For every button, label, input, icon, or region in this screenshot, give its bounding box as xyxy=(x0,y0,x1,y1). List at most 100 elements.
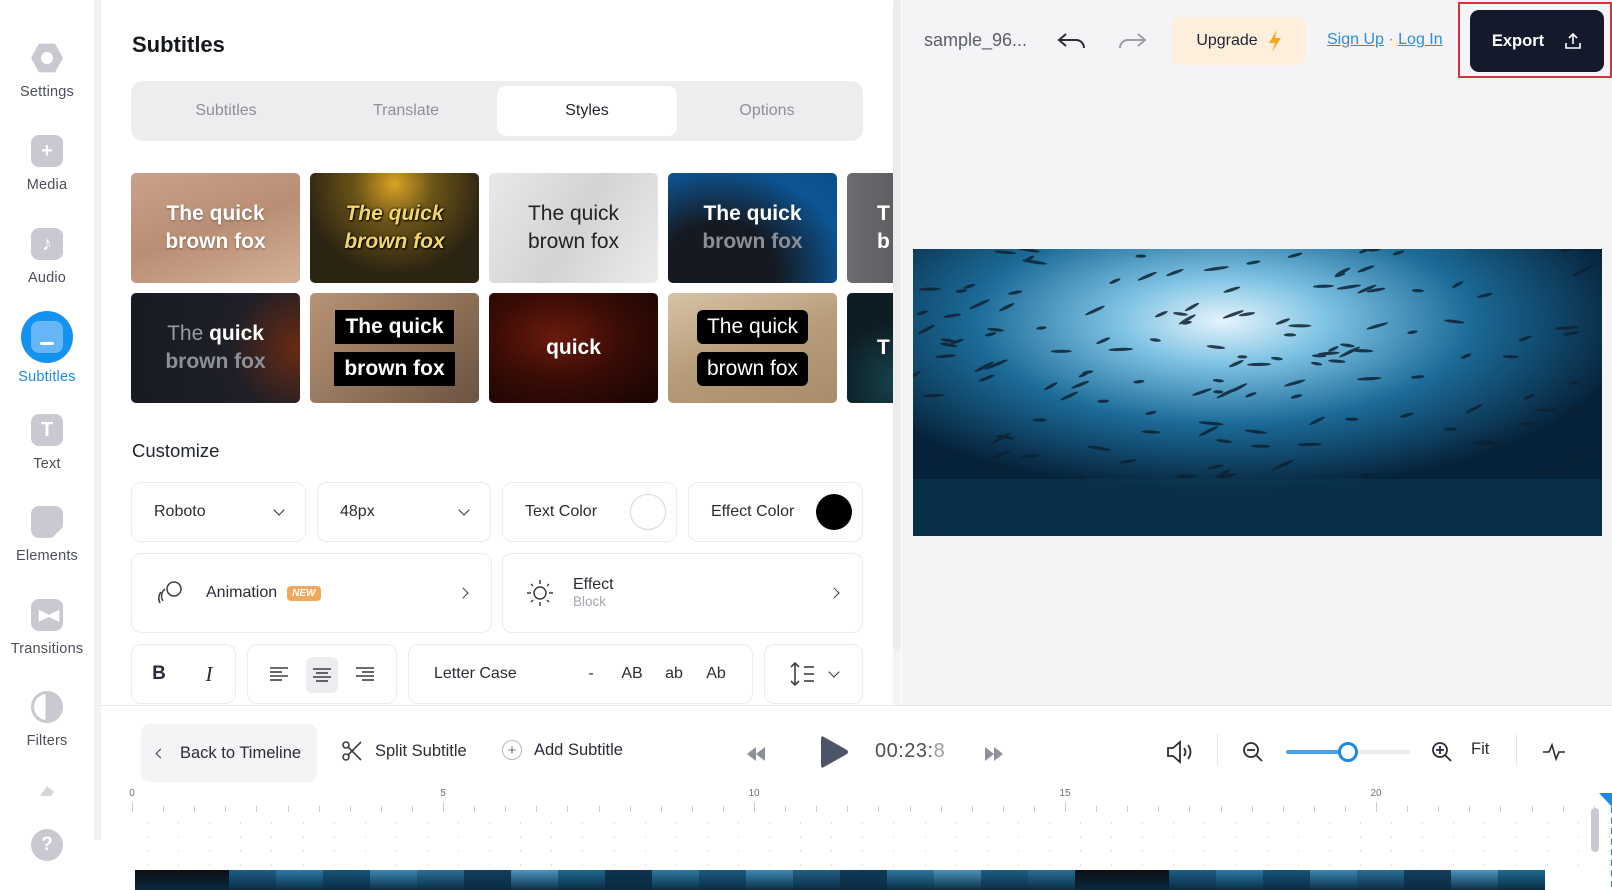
filmstrip-frame xyxy=(135,870,182,890)
rewind-icon[interactable] xyxy=(747,747,765,761)
volume-icon[interactable] xyxy=(1166,739,1196,765)
preset-line: brown fox xyxy=(527,230,620,253)
animation-button[interactable]: Animation NEW xyxy=(131,553,492,633)
nav-item-elements[interactable]: Elements xyxy=(0,506,94,564)
case-lower-button[interactable]: ab xyxy=(659,645,689,703)
grid-dot xyxy=(1173,836,1175,838)
effect-button[interactable]: Effect Block xyxy=(502,553,863,633)
video-track[interactable] xyxy=(135,870,1545,890)
preset-line: The quick xyxy=(527,202,620,225)
grid-dot xyxy=(706,822,708,824)
align-center-button[interactable] xyxy=(306,657,338,693)
tab-options[interactable]: Options xyxy=(677,86,857,136)
effect-color-picker[interactable]: Effect Color xyxy=(688,482,863,542)
project-filename[interactable]: sample_96... xyxy=(924,30,1027,51)
playhead-handle[interactable] xyxy=(1599,793,1612,807)
zoom-in-icon[interactable] xyxy=(1431,741,1453,763)
grid-dot xyxy=(1328,864,1330,866)
redo-icon[interactable] xyxy=(1116,26,1148,54)
case-none-button[interactable]: - xyxy=(581,645,601,703)
filmstrip-frame xyxy=(323,870,370,890)
case-title-button[interactable]: Ab xyxy=(701,645,731,703)
grid-dot xyxy=(769,836,770,838)
style-preset[interactable]: The quick brown fox xyxy=(668,173,837,283)
split-subtitle-button[interactable]: Split Subtitle xyxy=(341,740,467,762)
align-left-button[interactable] xyxy=(262,645,296,703)
fit-button[interactable]: Fit xyxy=(1471,740,1489,759)
grid-dot xyxy=(333,850,335,852)
style-preset[interactable]: The quick brown fox xyxy=(131,173,300,283)
style-preset[interactable]: The quick brown fox xyxy=(310,293,479,403)
tab-translate[interactable]: Translate xyxy=(316,86,496,136)
effect-color-swatch[interactable] xyxy=(816,494,852,530)
font-select[interactable]: Roboto xyxy=(131,482,306,542)
preset-line: brown fox xyxy=(165,230,266,253)
tick-mark xyxy=(1220,806,1222,812)
waveform-icon[interactable] xyxy=(1543,742,1565,762)
tab-subtitles[interactable]: Subtitles xyxy=(136,86,316,136)
grid-dot xyxy=(1359,864,1361,866)
style-preset[interactable]: The quick brown fox xyxy=(489,173,658,283)
grid-dot xyxy=(1484,836,1486,838)
sign-up-link[interactable]: Sign Up xyxy=(1327,31,1384,48)
upgrade-label: Upgrade xyxy=(1196,32,1258,49)
play-icon[interactable] xyxy=(821,735,849,769)
text-color-picker[interactable]: Text Color xyxy=(502,482,677,542)
help-icon[interactable]: ? xyxy=(31,829,63,861)
style-preset[interactable]: T xyxy=(847,293,893,403)
text-color-swatch[interactable] xyxy=(630,494,666,530)
panel-scrollbar[interactable] xyxy=(893,0,901,705)
add-subtitle-button[interactable]: + Add Subtitle xyxy=(502,740,623,760)
grid-dot xyxy=(271,822,273,824)
grid-dot xyxy=(706,836,708,838)
zoom-slider-handle[interactable] xyxy=(1338,742,1358,762)
zoom-slider[interactable] xyxy=(1286,742,1410,762)
grid-dot xyxy=(1048,850,1050,852)
nav-item-settings[interactable]: Settings xyxy=(0,42,94,100)
undo-icon[interactable] xyxy=(1056,26,1088,54)
grid-dot xyxy=(302,864,304,866)
tab-styles[interactable]: Styles xyxy=(497,86,677,136)
grid-dot xyxy=(551,836,553,838)
zoom-out-icon[interactable] xyxy=(1242,741,1264,763)
bold-button[interactable]: B xyxy=(144,645,174,703)
collapse-icon[interactable] xyxy=(40,786,54,796)
case-upper-button[interactable]: AB xyxy=(617,645,647,703)
log-in-link[interactable]: Log In xyxy=(1398,31,1442,48)
upgrade-button[interactable]: Upgrade xyxy=(1172,17,1306,65)
video-frame xyxy=(913,249,1602,536)
grid-dot xyxy=(333,822,335,824)
tick-mark xyxy=(256,806,258,812)
settings-icon xyxy=(31,43,63,73)
nav-item-media[interactable]: + Media xyxy=(0,135,94,193)
video-preview[interactable] xyxy=(913,249,1602,536)
new-badge: NEW xyxy=(287,585,321,601)
style-preset[interactable]: The quick brown fox xyxy=(131,293,300,403)
align-right-button[interactable] xyxy=(348,645,382,703)
grid-dot xyxy=(147,836,148,838)
style-preset[interactable]: The quick brown fox xyxy=(310,173,479,283)
export-button[interactable]: Export xyxy=(1470,10,1604,72)
filmstrip-frame xyxy=(793,870,840,890)
style-preset[interactable]: Tb xyxy=(847,173,893,283)
timeline-scrollbar[interactable] xyxy=(1591,808,1599,852)
nav-item-filters[interactable]: Filters xyxy=(0,691,94,749)
style-preset[interactable]: The quick brown fox xyxy=(668,293,837,403)
nav-item-text[interactable]: T Text xyxy=(0,414,94,472)
back-to-timeline-button[interactable]: Back to Timeline xyxy=(141,724,317,782)
grid-dot xyxy=(1142,864,1144,866)
fast-forward-icon[interactable] xyxy=(985,747,1003,761)
chevron-down-icon xyxy=(273,504,285,516)
tick-mark xyxy=(691,806,693,812)
nav-item-transitions[interactable]: ▶◀ Transitions xyxy=(0,599,94,657)
chevron-down-icon xyxy=(458,504,470,516)
size-select[interactable]: 48px xyxy=(317,482,491,542)
grid-dot xyxy=(271,850,273,852)
line-height-select[interactable] xyxy=(764,644,863,704)
nav-item-audio[interactable]: ♪ Audio xyxy=(0,228,94,286)
grid-dot xyxy=(1235,850,1237,852)
nav-item-subtitles[interactable]: Subtitles xyxy=(0,311,94,385)
italic-button[interactable]: I xyxy=(194,645,224,703)
style-preset[interactable]: quick xyxy=(489,293,658,403)
grid-dot xyxy=(1453,850,1455,852)
